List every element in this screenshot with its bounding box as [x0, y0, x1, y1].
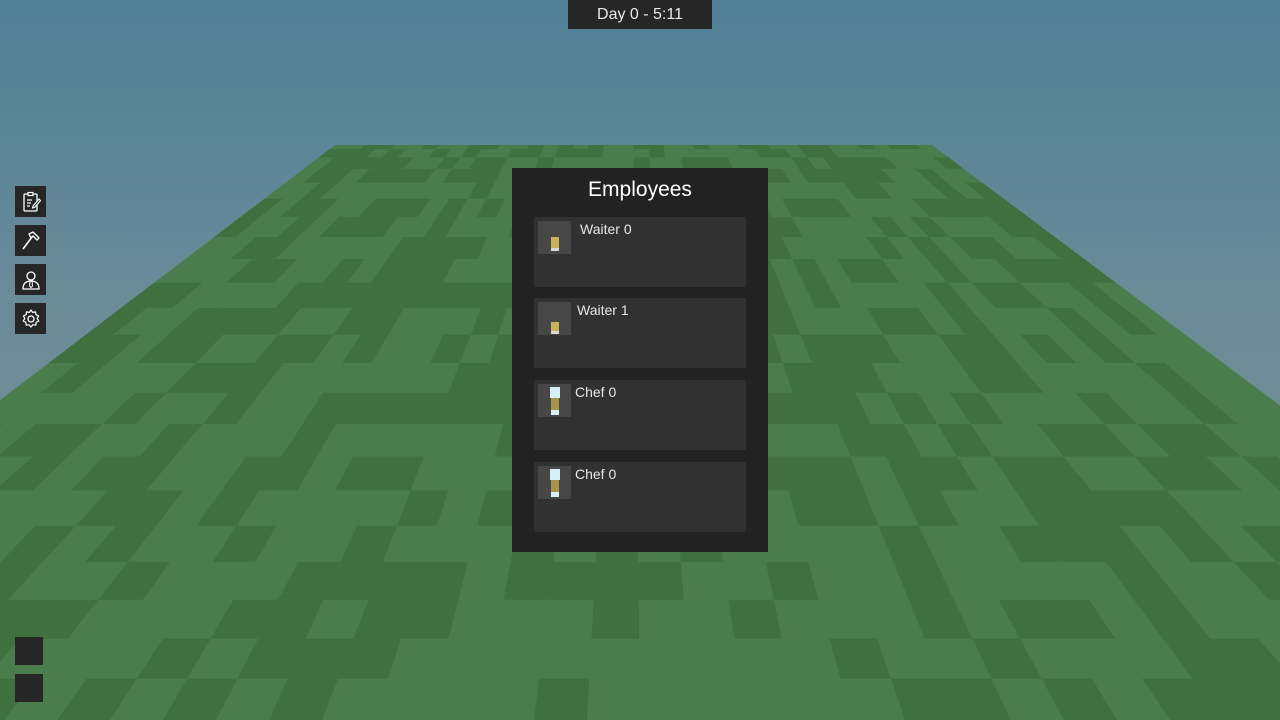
settings-button[interactable] [15, 303, 46, 334]
day-time-display: Day 0 - 5:11 [568, 0, 712, 29]
waiter-portrait [538, 302, 571, 335]
waiter-portrait [538, 221, 571, 254]
game-viewport[interactable]: Day 0 - 5:11 Employees Waiter 0 Waiter 1… [0, 0, 1280, 720]
employee-card-waiter-1[interactable]: Waiter 1 [534, 298, 746, 368]
employee-name: Chef 0 [575, 384, 617, 400]
panel-title: Employees [588, 178, 692, 201]
employee-name: Waiter 0 [580, 221, 632, 237]
bottom-left-buttons [15, 637, 43, 711]
left-toolbar [15, 186, 46, 342]
bottom-button-2[interactable] [15, 674, 43, 702]
hammer-icon [21, 230, 40, 249]
bottom-button-1[interactable] [15, 637, 43, 665]
build-button[interactable] [15, 225, 46, 256]
tasks-button[interactable] [15, 186, 46, 217]
employee-card-waiter-0[interactable]: Waiter 0 [534, 217, 746, 287]
chef-portrait [538, 384, 571, 417]
employees-button[interactable] [15, 264, 46, 295]
employee-icon [21, 270, 40, 290]
chef-portrait [538, 466, 571, 499]
employee-card-chef-0-second[interactable]: Chef 0 [534, 462, 746, 532]
employee-name: Waiter 1 [577, 302, 629, 318]
gear-icon [22, 308, 39, 328]
employees-panel: Employees Waiter 0 Waiter 1 Chef 0 Chef … [512, 168, 768, 552]
employee-name: Chef 0 [575, 466, 617, 482]
clipboard-icon [22, 191, 41, 212]
employee-card-chef-0[interactable]: Chef 0 [534, 380, 746, 450]
